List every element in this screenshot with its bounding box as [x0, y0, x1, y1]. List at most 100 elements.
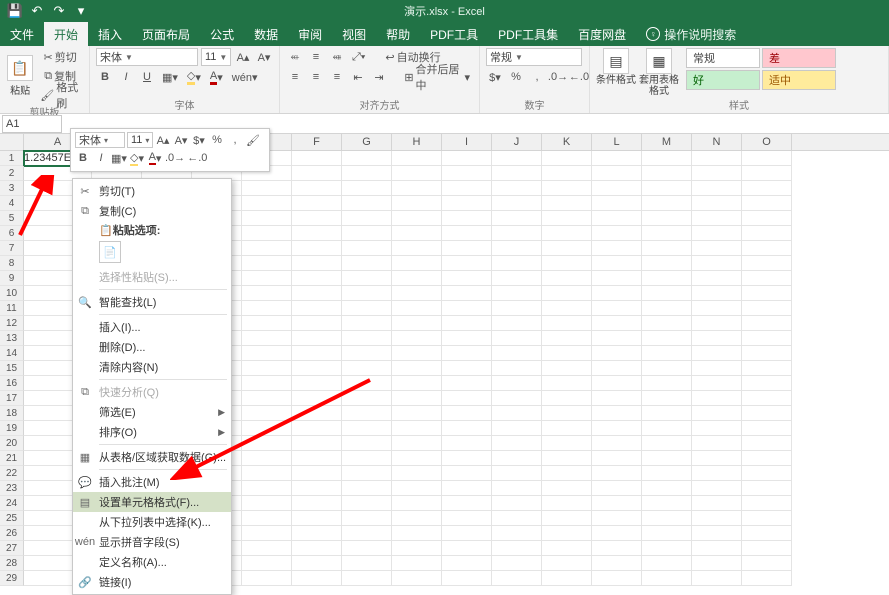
cond-format-button[interactable]: ▤ 条件格式: [596, 48, 636, 86]
cell[interactable]: [442, 511, 492, 526]
cell[interactable]: [642, 421, 692, 436]
cell[interactable]: [442, 316, 492, 331]
cell[interactable]: [592, 526, 642, 541]
cell[interactable]: [442, 496, 492, 511]
cell[interactable]: [692, 556, 742, 571]
cell[interactable]: [742, 256, 792, 271]
cell[interactable]: [442, 286, 492, 301]
tab-data[interactable]: 数据: [244, 22, 288, 46]
cell[interactable]: [692, 316, 742, 331]
cell[interactable]: [692, 361, 742, 376]
cell[interactable]: [442, 541, 492, 556]
row-header[interactable]: 28: [0, 556, 24, 571]
cell[interactable]: [242, 436, 292, 451]
cell[interactable]: [492, 331, 542, 346]
cell[interactable]: [342, 346, 392, 361]
tab-help[interactable]: 帮助: [376, 22, 420, 46]
cell[interactable]: [392, 331, 442, 346]
italic-button[interactable]: I: [117, 68, 135, 86]
row-header[interactable]: 2: [0, 166, 24, 181]
cell[interactable]: [492, 181, 542, 196]
select-all-corner[interactable]: [0, 134, 24, 150]
cell[interactable]: [492, 151, 542, 166]
cell[interactable]: [292, 421, 342, 436]
cell[interactable]: [242, 316, 292, 331]
cell[interactable]: [542, 316, 592, 331]
cell[interactable]: [692, 151, 742, 166]
cell[interactable]: [742, 211, 792, 226]
mini-comma[interactable]: ,: [227, 132, 243, 148]
cell[interactable]: [442, 436, 492, 451]
cell[interactable]: [642, 331, 692, 346]
col-header-K[interactable]: K: [542, 134, 592, 150]
cell[interactable]: [542, 556, 592, 571]
cell[interactable]: [642, 526, 692, 541]
row-header[interactable]: 11: [0, 301, 24, 316]
cell[interactable]: [392, 196, 442, 211]
row-header[interactable]: 21: [0, 451, 24, 466]
cell[interactable]: [542, 466, 592, 481]
ctx-insert[interactable]: 插入(I)...: [73, 317, 231, 337]
cell[interactable]: [542, 361, 592, 376]
mini-border[interactable]: ▦▾: [111, 150, 127, 166]
cell[interactable]: [542, 481, 592, 496]
cell[interactable]: [442, 196, 492, 211]
cell[interactable]: [742, 556, 792, 571]
cell[interactable]: [442, 166, 492, 181]
cell[interactable]: [392, 271, 442, 286]
cell[interactable]: [292, 256, 342, 271]
cell[interactable]: [342, 196, 392, 211]
cell[interactable]: [742, 286, 792, 301]
mini-percent[interactable]: %: [209, 132, 225, 148]
row-header[interactable]: 19: [0, 421, 24, 436]
cell[interactable]: [742, 151, 792, 166]
cell[interactable]: [442, 271, 492, 286]
cell[interactable]: [442, 406, 492, 421]
cell[interactable]: [442, 421, 492, 436]
ctx-comment[interactable]: 💬插入批注(M): [73, 472, 231, 492]
cell[interactable]: [342, 376, 392, 391]
cell[interactable]: [642, 316, 692, 331]
tab-view[interactable]: 视图: [332, 22, 376, 46]
cell[interactable]: [242, 526, 292, 541]
cell[interactable]: [642, 301, 692, 316]
cell[interactable]: [242, 496, 292, 511]
cell[interactable]: [392, 256, 442, 271]
cell[interactable]: [592, 406, 642, 421]
cell[interactable]: [642, 436, 692, 451]
mini-italic[interactable]: I: [93, 150, 109, 166]
cell[interactable]: [292, 211, 342, 226]
row-header[interactable]: 25: [0, 511, 24, 526]
cell[interactable]: [342, 271, 392, 286]
cell[interactable]: [592, 331, 642, 346]
cell[interactable]: [642, 571, 692, 586]
cell[interactable]: [742, 496, 792, 511]
cell[interactable]: [592, 541, 642, 556]
col-header-M[interactable]: M: [642, 134, 692, 150]
cell[interactable]: [292, 451, 342, 466]
cell[interactable]: [292, 511, 342, 526]
cell[interactable]: [342, 391, 392, 406]
ctx-define-name[interactable]: 定义名称(A)...: [73, 552, 231, 572]
cell[interactable]: [592, 481, 642, 496]
row-header[interactable]: 12: [0, 316, 24, 331]
cell[interactable]: [392, 211, 442, 226]
row-header[interactable]: 14: [0, 346, 24, 361]
cell[interactable]: [742, 316, 792, 331]
cell[interactable]: [592, 166, 642, 181]
cell[interactable]: [742, 271, 792, 286]
cell[interactable]: [242, 286, 292, 301]
tab-pdf[interactable]: PDF工具: [420, 22, 488, 46]
cell[interactable]: [442, 481, 492, 496]
cell[interactable]: [292, 376, 342, 391]
border-button[interactable]: ▦▾: [159, 68, 181, 86]
cell[interactable]: [592, 286, 642, 301]
comma-button[interactable]: ,: [528, 68, 546, 86]
cell[interactable]: [742, 466, 792, 481]
cell[interactable]: [242, 511, 292, 526]
cell[interactable]: [592, 556, 642, 571]
cell[interactable]: [492, 556, 542, 571]
cell[interactable]: [642, 451, 692, 466]
col-header-L[interactable]: L: [592, 134, 642, 150]
cell[interactable]: [642, 361, 692, 376]
